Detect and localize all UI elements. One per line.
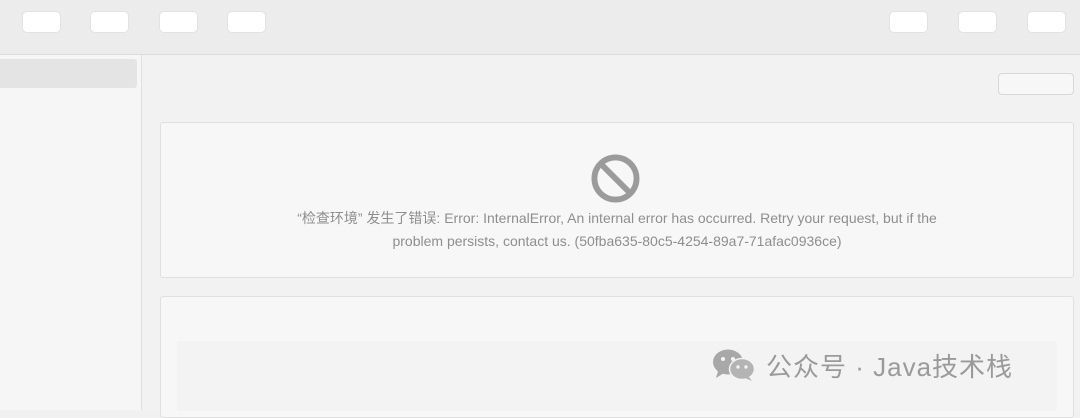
watermark-text: 公众号 · Java技术栈 <box>766 351 1014 382</box>
toolbar-button-6[interactable] <box>959 12 996 32</box>
wechat-icon <box>713 349 756 381</box>
toolbar <box>0 0 1080 55</box>
prohibited-icon <box>591 154 640 203</box>
error-card: “检查环境” 发生了错误: Error: InternalError, An i… <box>160 122 1074 278</box>
toolbar-button-1[interactable] <box>23 12 60 32</box>
sidebar <box>0 55 142 410</box>
toolbar-button-3[interactable] <box>160 12 197 32</box>
toolbar-button-4[interactable] <box>228 12 265 32</box>
watermark: 公众号 · Java技术栈 <box>712 345 1013 385</box>
toolbar-button-7[interactable] <box>1028 12 1065 32</box>
sidebar-item-selected[interactable] <box>0 59 137 88</box>
toolbar-button-2[interactable] <box>91 12 128 32</box>
toolbar-button-5[interactable] <box>890 12 927 32</box>
error-message: “检查环境” 发生了错误: Error: InternalError, An i… <box>297 210 937 249</box>
top-action-button[interactable] <box>998 73 1074 95</box>
